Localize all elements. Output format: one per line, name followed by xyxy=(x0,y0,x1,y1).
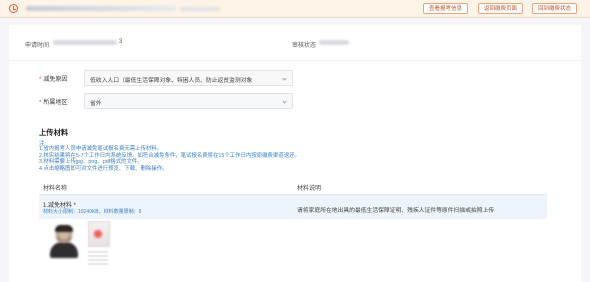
apply-time-tail: 3 xyxy=(119,39,123,45)
reduction-reason-label: * 减免原因 xyxy=(39,77,68,83)
upload-section-title: 上传材料 xyxy=(39,128,69,137)
uploaded-photo-thumbnail[interactable] xyxy=(49,225,79,259)
note-item: 4.点击缩略图即可对文件进行预览、下载、删除操作。 xyxy=(39,166,168,173)
redacted-title xyxy=(26,6,176,11)
column-header-description: 材料说明 xyxy=(297,186,322,192)
application-info: 申请时间 3 审核状态 xyxy=(9,25,581,61)
column-header-name: 材料名称 xyxy=(43,186,68,192)
photo-shoulders xyxy=(50,242,78,258)
photo-hair xyxy=(55,225,73,232)
chevron-down-icon xyxy=(282,76,287,81)
document-seal xyxy=(93,229,103,239)
redacted-apply-time xyxy=(53,40,117,45)
reduction-reason-row: * 减免原因 低收入人口（最低生活保障对象、特困人员、防止返贫监测对象 xyxy=(9,70,581,86)
reduction-reason-select[interactable]: 低收入人口（最低生活保障对象、特困人员、防止返贫监测对象 xyxy=(84,70,293,86)
material-description: 请将家庭所在地出具的最低生活保障证明、残疾人证件等原件扫描或拍照上传 xyxy=(297,208,495,214)
document-lines xyxy=(88,251,108,265)
redacted-title-tail xyxy=(180,7,220,11)
top-banner: 查看报考信息 返回缴费页面 回到缴费状态 xyxy=(0,0,590,18)
redacted-review-status xyxy=(319,40,349,45)
view-registration-button[interactable]: 查看报考信息 xyxy=(423,3,469,14)
note-item: 1.省内报考人员申请减免笔试报名费无需上传材料。 xyxy=(39,146,163,152)
region-value: 省外 xyxy=(90,101,102,107)
apply-time-label: 申请时间 xyxy=(25,43,50,49)
reduction-reason-value: 低收入人口（最低生活保障对象、特困人员、防止返贫监测对象 xyxy=(90,78,253,84)
review-status-label: 审核状态 xyxy=(292,43,317,49)
table-row: 1.减免材料 * 材料大小限制：10240KB，材料数量限制：5 请将家庭所在地… xyxy=(39,195,547,219)
clock-icon xyxy=(9,4,18,13)
region-label: * 所属地区 xyxy=(39,100,68,106)
materials-table-header: 材料名称 材料说明 xyxy=(39,181,547,195)
material-limits: 材料大小限制：10240KB，材料数量限制：5 xyxy=(43,209,142,215)
chevron-down-icon xyxy=(282,99,287,104)
region-row: * 所属地区 省外 xyxy=(9,93,581,109)
back-to-payment-status-button[interactable]: 回到缴费状态 xyxy=(532,3,578,14)
uploaded-document-thumbnail[interactable] xyxy=(84,221,114,271)
notes-list: 1.省内报考人员申请减免笔试报名费无需上传材料。 2.核实结果将在5-7个工作日… xyxy=(39,146,559,173)
return-payment-button[interactable]: 返回缴费页面 xyxy=(478,3,524,14)
region-select[interactable]: 省外 xyxy=(84,93,293,109)
